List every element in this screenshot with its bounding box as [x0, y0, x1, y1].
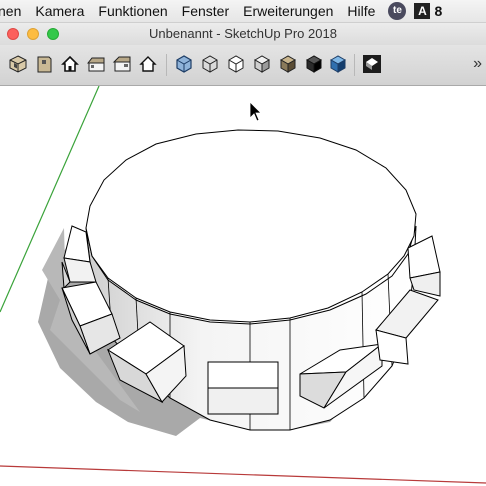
menu-ansicht[interactable]: nen	[0, 0, 28, 22]
menu-bar: nen Kamera Funktionen Fenster Erweiterun…	[0, 0, 486, 23]
hidden-line-style-button[interactable]	[226, 54, 246, 74]
menu-fenster[interactable]: Fenster	[175, 0, 236, 22]
right-view-button[interactable]	[86, 54, 106, 74]
wireframe-style-button[interactable]	[200, 54, 220, 74]
toolbar-separator	[166, 54, 167, 76]
section-fill-icon	[329, 55, 347, 73]
back-view-button[interactable]	[112, 54, 132, 74]
mouse-cursor-icon	[249, 101, 262, 122]
monochrome-style-button[interactable]	[304, 54, 324, 74]
menu-funktionen[interactable]: Funktionen	[91, 0, 174, 22]
xray-style-icon	[176, 55, 192, 73]
iso-view-button[interactable]	[8, 54, 28, 74]
menu-hilfe[interactable]: Hilfe	[340, 0, 382, 22]
back-view-icon	[112, 56, 131, 72]
close-window-button[interactable]	[7, 28, 19, 40]
hidden-line-style-icon	[228, 55, 244, 73]
window-titlebar: Unbenannt - SketchUp Pro 2018	[0, 23, 486, 45]
shaded-textures-style-button[interactable]	[278, 54, 298, 74]
red-axis	[0, 465, 486, 484]
shaded-style-button[interactable]	[252, 54, 272, 74]
front-view-icon	[61, 55, 79, 72]
menu-erweiterungen[interactable]: Erweiterungen	[236, 0, 340, 22]
monochrome-style-icon	[305, 55, 323, 73]
model-canvas	[0, 86, 486, 484]
shaded-style-icon	[253, 55, 271, 73]
toolbar-overflow-button[interactable]: »	[473, 55, 482, 73]
section-fill-button[interactable]	[328, 54, 348, 74]
minimize-window-button[interactable]	[27, 28, 39, 40]
left-view-button[interactable]	[138, 54, 158, 74]
te-status-icon[interactable]: te	[388, 2, 407, 20]
zoom-window-button[interactable]	[47, 28, 59, 40]
top-view-button[interactable]	[34, 54, 54, 74]
modeling-viewport[interactable]	[0, 86, 486, 486]
menu-kamera[interactable]: Kamera	[28, 0, 91, 22]
views-styles-toolbar: »	[0, 45, 486, 86]
wireframe-style-icon	[202, 55, 218, 73]
xray-style-button[interactable]	[174, 54, 194, 74]
right-view-icon	[86, 57, 105, 72]
adobe-status-item[interactable]: A 8	[414, 3, 442, 19]
adobe-icon: A	[414, 3, 431, 19]
scene-icon	[363, 55, 381, 73]
adobe-count: 8	[434, 3, 443, 19]
top-view-icon	[37, 56, 52, 73]
front-view-button[interactable]	[60, 54, 80, 74]
toolbar-separator	[354, 54, 355, 76]
scene-button[interactable]	[362, 54, 382, 74]
iso-view-icon	[9, 55, 27, 73]
window-title: Unbenannt - SketchUp Pro 2018	[149, 26, 337, 41]
left-view-icon	[139, 56, 157, 72]
shaded-textures-style-icon	[279, 55, 297, 73]
